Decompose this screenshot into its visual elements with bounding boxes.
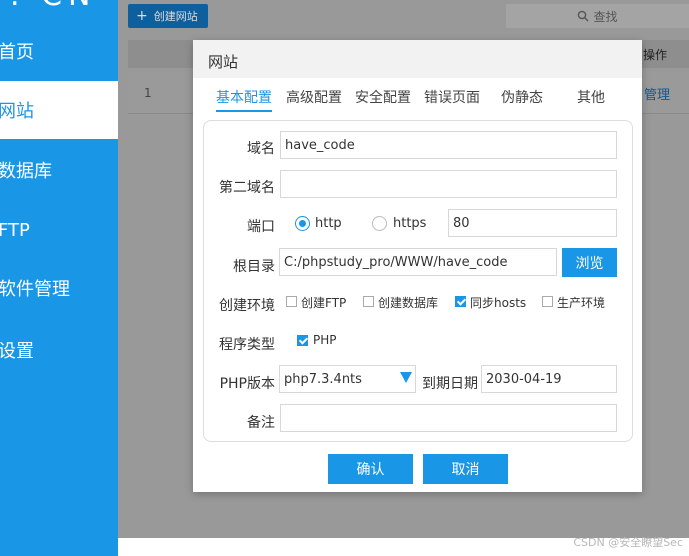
watermark: CSDN @安全瞭望Sec: [573, 536, 683, 549]
dropdown-arrow-icon: [400, 372, 412, 383]
tab-other[interactable]: 其他: [577, 87, 605, 107]
http-radio[interactable]: [295, 216, 310, 231]
second-domain-label: 第二域名: [219, 180, 275, 196]
sidebar-item-settings[interactable]: 设置: [0, 321, 118, 379]
row-number: 1: [144, 86, 152, 100]
logo: . CN: [10, 0, 96, 13]
dialog-title: 网站: [193, 40, 642, 78]
sidebar-item-database[interactable]: 数据库: [0, 141, 118, 199]
production-env-label: 生产环境: [557, 296, 606, 310]
sidebar-item-label: 数据库: [0, 161, 52, 182]
sync-hosts-label: 同步hosts: [470, 296, 527, 310]
column-header-ops: 操作: [643, 48, 668, 62]
php-checkbox[interactable]: [297, 335, 308, 346]
php-version-value: php7.3.4nts: [284, 372, 362, 387]
tab-rewrite[interactable]: 伪静态: [501, 87, 543, 107]
website-dialog: 网站 基本配置 高级配置 安全配置 错误页面 伪静态 其他 域名 have_co…: [193, 40, 642, 492]
port-label: 端口: [247, 219, 275, 235]
expiry-label: 到期日期: [422, 376, 478, 392]
create-db-checkbox[interactable]: [363, 296, 374, 307]
confirm-button[interactable]: 确认: [328, 454, 413, 484]
php-version-select[interactable]: php7.3.4nts: [279, 365, 416, 393]
sync-hosts-checkbox[interactable]: [455, 296, 466, 307]
domain-label: 域名: [247, 141, 275, 157]
search-label: 查找: [593, 9, 618, 24]
create-website-label: 创建网站: [153, 10, 198, 23]
sidebar-item-label: 网站: [0, 101, 34, 122]
note-label: 备注: [247, 415, 275, 431]
sidebar-item-label: FTP: [0, 219, 30, 241]
sidebar-item-home[interactable]: 首页: [0, 22, 118, 80]
tab-error-pages[interactable]: 错误页面: [424, 87, 480, 107]
root-dir-label: 根目录: [233, 259, 275, 275]
https-radio[interactable]: [372, 216, 387, 231]
create-ftp-checkbox[interactable]: [286, 296, 297, 307]
php-version-label: PHP版本: [219, 376, 275, 392]
expiry-date-input[interactable]: 2030-04-19: [481, 365, 617, 393]
cancel-button[interactable]: 取消: [423, 454, 508, 484]
browse-button[interactable]: 浏览: [562, 248, 617, 277]
tab-advanced-config[interactable]: 高级配置: [286, 87, 342, 107]
env-label: 创建环境: [219, 298, 275, 314]
production-env-checkbox[interactable]: [542, 296, 553, 307]
search-input[interactable]: 查找: [506, 4, 689, 28]
sidebar-item-label: 设置: [0, 341, 34, 362]
program-type-label: 程序类型: [219, 337, 275, 353]
tab-security-config[interactable]: 安全配置: [355, 87, 411, 107]
sidebar-item-ftp[interactable]: FTP: [0, 201, 118, 259]
create-ftp-label: 创建FTP: [301, 296, 347, 310]
sidebar-item-software[interactable]: 软件管理: [0, 259, 118, 317]
form-panel: [203, 120, 633, 442]
note-input[interactable]: [280, 404, 617, 432]
manage-link[interactable]: 管理: [644, 84, 670, 103]
sidebar: . CN 首页 网站 数据库 FTP 软件管理 设置: [0, 0, 118, 556]
https-label: https: [393, 216, 427, 231]
plus-icon: +: [136, 8, 148, 24]
sidebar-item-label: 软件管理: [0, 279, 70, 300]
port-input[interactable]: 80: [448, 209, 617, 237]
second-domain-input[interactable]: [280, 170, 617, 198]
search-icon: [578, 10, 589, 22]
php-label: PHP: [313, 333, 337, 347]
root-dir-input[interactable]: C:/phpstudy_pro/WWW/have_code: [279, 248, 557, 276]
sidebar-item-website[interactable]: 网站: [0, 81, 118, 139]
http-label: http: [315, 216, 342, 231]
sidebar-item-label: 首页: [0, 42, 34, 63]
tab-basic-config[interactable]: 基本配置: [216, 87, 272, 112]
tab-bar: 基本配置 高级配置 安全配置 错误页面 伪静态 其他: [211, 85, 623, 112]
create-website-button[interactable]: + 创建网站: [128, 4, 208, 28]
domain-input[interactable]: have_code: [280, 131, 617, 159]
create-db-label: 创建数据库: [378, 296, 439, 310]
